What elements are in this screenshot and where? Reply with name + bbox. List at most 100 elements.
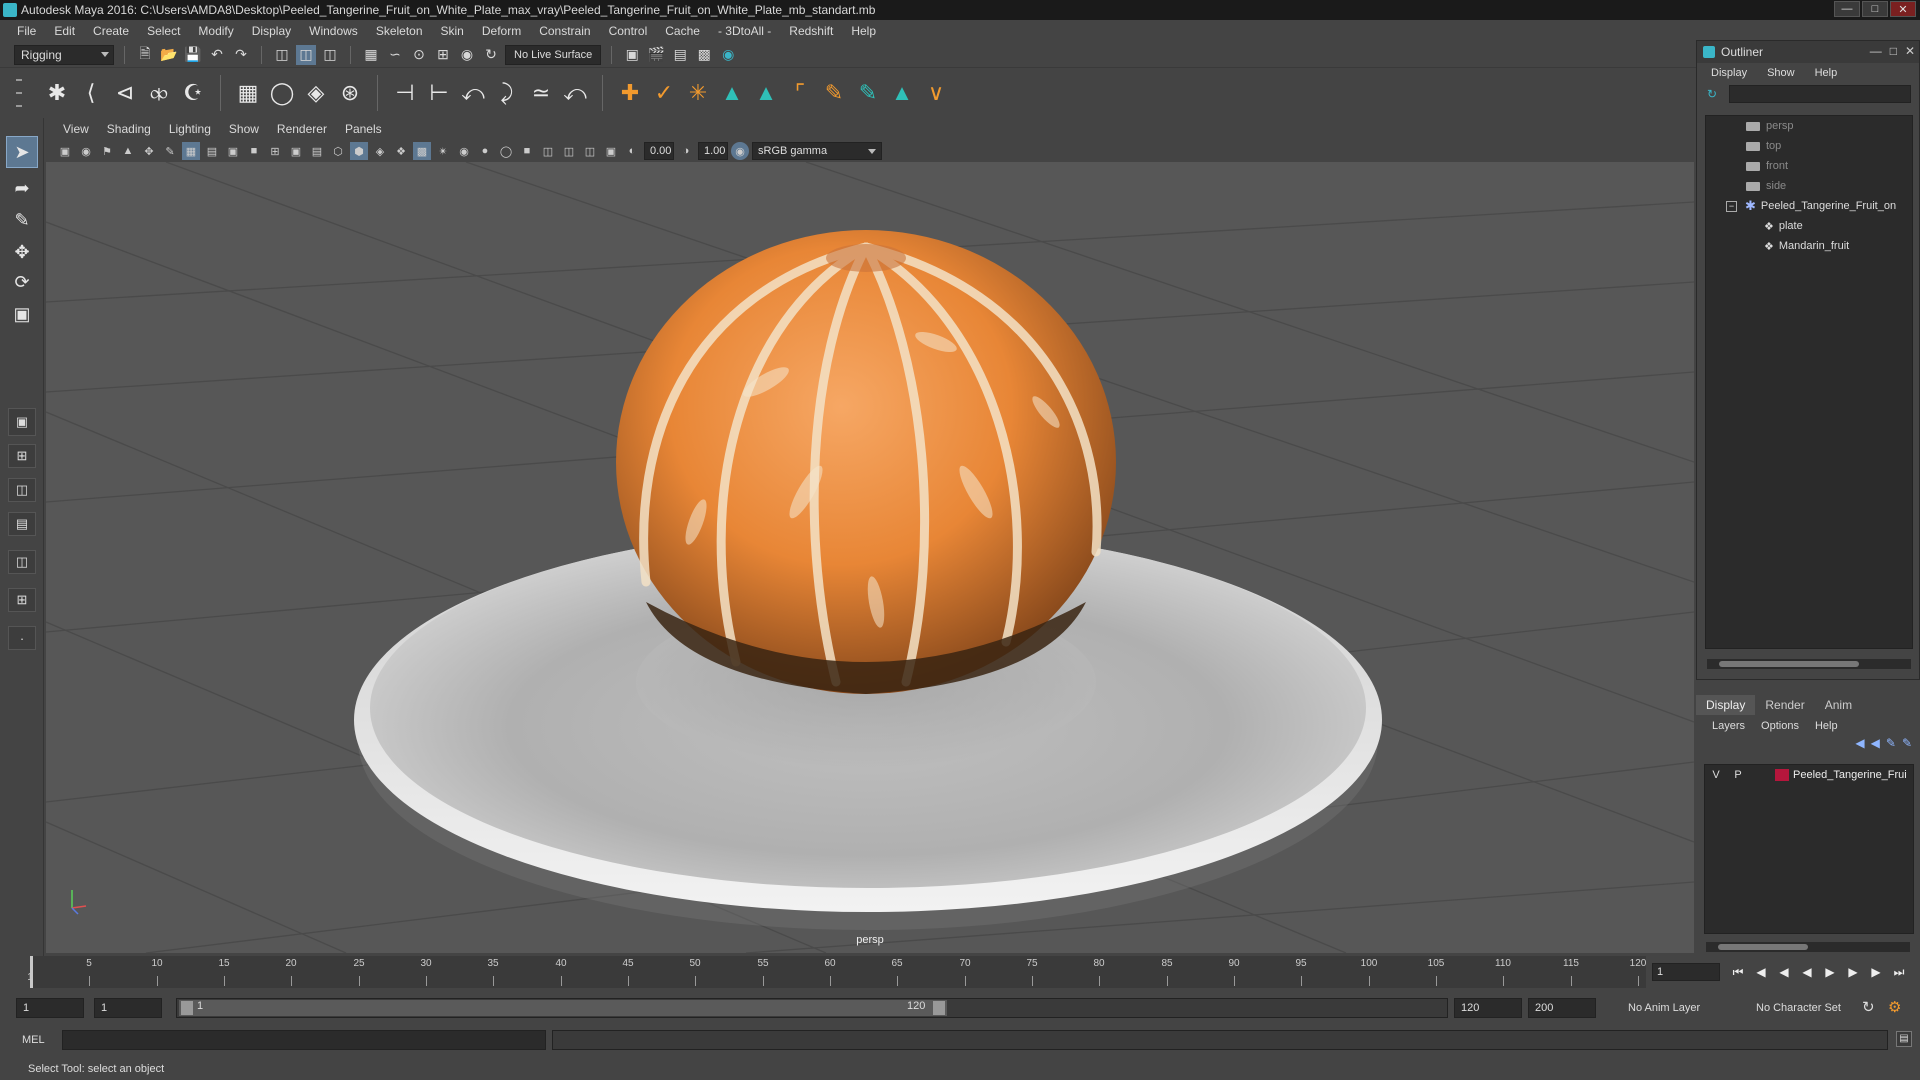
shadows-icon[interactable]: ✴ — [434, 142, 452, 160]
resolution-gate-icon[interactable]: ▣ — [224, 142, 242, 160]
hypershade-icon[interactable]: ◉ — [718, 45, 738, 65]
bind-skin-icon[interactable]: ⊣ — [388, 76, 422, 110]
script-editor-icon[interactable]: ▤ — [1896, 1031, 1912, 1047]
current-frame-field[interactable]: 1 — [1652, 963, 1720, 981]
go-to-end-icon[interactable]: ⏭ — [1889, 962, 1909, 982]
menu-3dtoall[interactable]: - 3DtoAll - — [709, 24, 780, 38]
scrollbar-thumb[interactable] — [1718, 944, 1808, 950]
pole-vector-icon[interactable]: ⌜ — [783, 76, 817, 110]
outliner-item-front[interactable]: front — [1706, 156, 1912, 176]
snap-point-icon[interactable]: ⊙ — [409, 45, 429, 65]
wrap-icon[interactable]: ◈ — [299, 76, 333, 110]
outliner-item-group[interactable]: − ✱ Peeled_Tangerine_Fruit_on — [1706, 196, 1912, 216]
panel-menu-shading[interactable]: Shading — [98, 122, 160, 136]
layer-row[interactable]: V P Peeled_Tangerine_Frui — [1705, 765, 1913, 785]
shelf-handle[interactable] — [14, 73, 24, 113]
menu-skeleton[interactable]: Skeleton — [367, 24, 432, 38]
xray-joints-icon[interactable]: ◫ — [581, 142, 599, 160]
lasso-tool-icon[interactable]: ➦ — [6, 172, 38, 204]
step-back-frame-icon[interactable]: ◀ — [1774, 962, 1794, 982]
wire-icon[interactable]: ⊛ — [333, 76, 367, 110]
menu-file[interactable]: File — [8, 24, 45, 38]
layer-menu-layers[interactable]: Layers — [1712, 720, 1745, 732]
playback-start-field[interactable]: 1 — [94, 998, 162, 1018]
step-forward-key-icon[interactable]: ▶ — [1866, 962, 1886, 982]
layer-visibility-toggle[interactable]: V — [1705, 769, 1727, 781]
lattice-icon[interactable]: ▦ — [231, 76, 265, 110]
new-empty-layer-icon[interactable]: ✎ — [1886, 736, 1896, 756]
safe-title-icon[interactable]: ▤ — [308, 142, 326, 160]
mirror-weights-icon[interactable]: ⤸ — [490, 76, 524, 110]
camera-select-icon[interactable]: ▣ — [56, 142, 74, 160]
outliner-item-persp[interactable]: persp — [1706, 116, 1912, 136]
custom-layout-icon[interactable]: · — [8, 626, 36, 650]
insert-joint-icon[interactable]: ⟨ — [74, 76, 108, 110]
play-backwards-icon[interactable]: ◀ — [1797, 962, 1817, 982]
new-layer-selected-icon[interactable]: ✎ — [1902, 736, 1912, 756]
tab-anim[interactable]: Anim — [1815, 695, 1862, 715]
side-by-side-layout-icon[interactable]: ◫ — [8, 478, 36, 502]
persp-outliner-layout-icon[interactable]: ▤ — [8, 512, 36, 536]
step-back-key-icon[interactable]: ◀ — [1751, 962, 1771, 982]
outliner-minimize-icon[interactable]: — — [1870, 44, 1882, 58]
textured-icon[interactable]: ❖ — [392, 142, 410, 160]
menu-control[interactable]: Control — [600, 24, 657, 38]
four-view-layout-icon[interactable]: ⊞ — [8, 444, 36, 468]
time-slider[interactable]: 1 5 10 15 20 25 30 35 40 45 50 55 60 65 70 75 80 85 90 95 1… — [0, 956, 1920, 988]
anti-alias-icon[interactable]: ◯ — [497, 142, 515, 160]
menu-modify[interactable]: Modify — [189, 24, 242, 38]
safe-action-icon[interactable]: ▣ — [287, 142, 305, 160]
menu-redshift[interactable]: Redshift — [780, 24, 842, 38]
live-surface-field[interactable]: No Live Surface — [505, 44, 602, 65]
character-set-dropdown[interactable]: No Character Set — [1750, 998, 1858, 1018]
panel-menu-panels[interactable]: Panels — [336, 122, 391, 136]
cluster-icon[interactable]: ◯ — [265, 76, 299, 110]
layer-scrollbar[interactable] — [1706, 942, 1910, 952]
prune-weights-icon[interactable]: ⤺ — [558, 76, 592, 110]
scrollbar-thumb[interactable] — [1719, 661, 1859, 667]
anim-layer-dropdown[interactable]: No Anim Layer — [1622, 998, 1742, 1018]
refresh-icon[interactable]: ↻ — [1707, 87, 1717, 101]
gamma-field[interactable]: 1.00 — [698, 142, 728, 160]
select-component-icon[interactable]: ◫ — [320, 45, 340, 65]
layer-playback-toggle[interactable]: P — [1727, 769, 1749, 781]
normal-constraint-icon[interactable]: ✎ — [851, 76, 885, 110]
go-to-start-icon[interactable]: ⏮ — [1728, 962, 1748, 982]
film-gate-icon[interactable]: ▤ — [203, 142, 221, 160]
grease-pencil-icon[interactable]: ✎ — [161, 142, 179, 160]
character-icon[interactable]: ∨ — [919, 76, 953, 110]
exposure-icon[interactable]: ◐ — [623, 142, 641, 160]
copy-weights-icon[interactable]: ≃ — [524, 76, 558, 110]
image-plane-icon[interactable]: ▲ — [119, 142, 137, 160]
auto-key-icon[interactable]: ↻ — [1862, 998, 1875, 1016]
anim-preferences-icon[interactable]: ⚙ — [1888, 998, 1901, 1016]
new-scene-icon[interactable]: 🗎 — [135, 45, 155, 65]
menu-cache[interactable]: Cache — [656, 24, 709, 38]
collapse-icon[interactable]: − — [1726, 200, 1737, 212]
snap-curve-icon[interactable]: ∽ — [385, 45, 405, 65]
exposure-field[interactable]: 0.00 — [644, 142, 674, 160]
render-view-icon[interactable]: ▩ — [694, 45, 714, 65]
snap-grid-icon[interactable]: ▦ — [361, 45, 381, 65]
mel-label[interactable]: MEL — [22, 1034, 45, 1046]
range-bar[interactable]: 1 120 — [176, 998, 1448, 1018]
outliner-item-plate[interactable]: ❖ plate — [1706, 216, 1912, 236]
save-scene-icon[interactable]: 💾 — [183, 45, 203, 65]
tab-render[interactable]: Render — [1755, 695, 1814, 715]
perspective-viewport[interactable]: View Shading Lighting Show Renderer Pane… — [46, 118, 1694, 953]
step-forward-frame-icon[interactable]: ▶ — [1843, 962, 1863, 982]
single-view-layout-icon[interactable]: ▣ — [8, 408, 36, 436]
wireframe-on-shaded-icon[interactable]: ◈ — [371, 142, 389, 160]
2d-pan-zoom-icon[interactable]: ✥ — [140, 142, 158, 160]
panel-menu-renderer[interactable]: Renderer — [268, 122, 336, 136]
command-input[interactable] — [62, 1030, 546, 1050]
time-ruler[interactable]: 1 5 10 15 20 25 30 35 40 45 50 55 60 65 70 75 80 85 90 95 1… — [27, 956, 1646, 988]
panel-menu-show[interactable]: Show — [220, 122, 268, 136]
menu-create[interactable]: Create — [84, 24, 138, 38]
ipr-render-icon[interactable]: ▤ — [670, 45, 690, 65]
range-fill[interactable] — [179, 1000, 947, 1016]
menu-constrain[interactable]: Constrain — [530, 24, 599, 38]
redo-icon[interactable]: ↷ — [231, 45, 251, 65]
menu-deform[interactable]: Deform — [473, 24, 530, 38]
bookmark-icon[interactable]: ⚑ — [98, 142, 116, 160]
